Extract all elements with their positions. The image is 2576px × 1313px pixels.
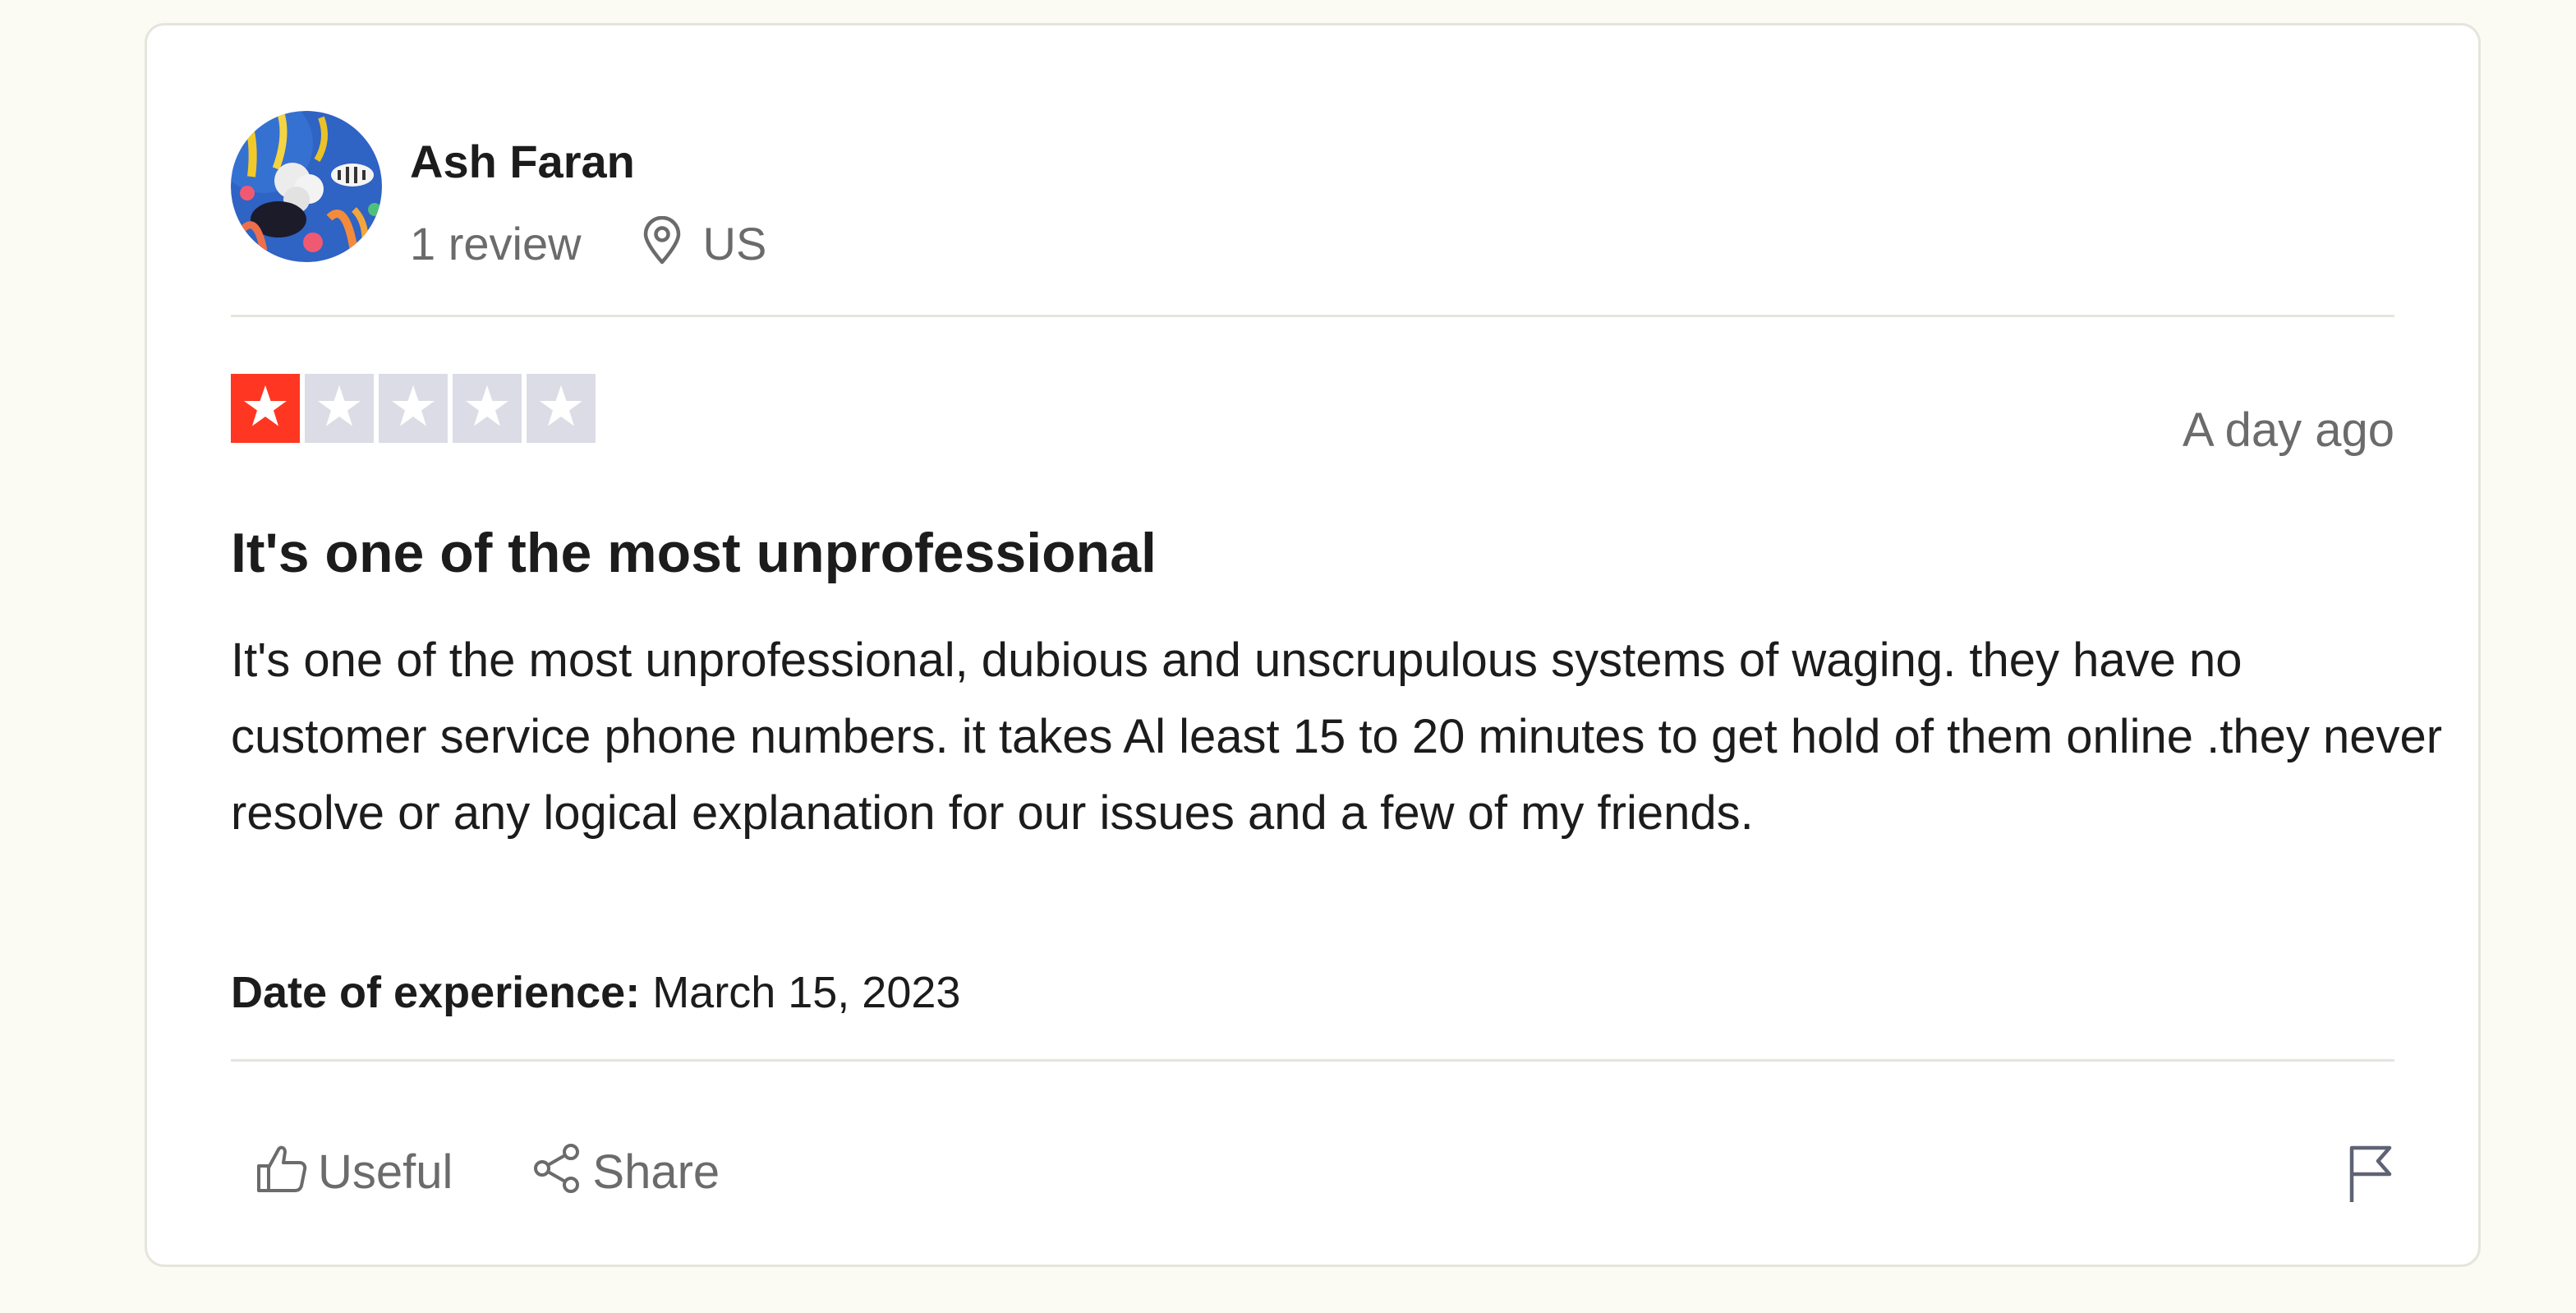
- experience-date: March 15, 2023: [652, 968, 961, 1017]
- star-icon: [392, 385, 435, 426]
- review-body: It's one of the most unprofessional, dub…: [231, 633, 2443, 840]
- useful-button[interactable]: Useful: [255, 1143, 453, 1202]
- star-empty: [305, 374, 374, 443]
- review-count: 1 review: [410, 218, 582, 270]
- flag-icon: [2347, 1145, 2394, 1207]
- map-pin-icon: [641, 215, 703, 273]
- experience-label: Date of experience:: [231, 968, 641, 1017]
- reviewer-country: US: [702, 218, 767, 270]
- report-button[interactable]: [2347, 1145, 2394, 1208]
- star-empty: [379, 374, 448, 443]
- review-actions: Useful Share: [255, 1143, 720, 1202]
- date-of-experience: Date of experience: March 15, 2023: [231, 970, 960, 1015]
- star-rating: [231, 374, 596, 443]
- star-empty: [453, 374, 522, 443]
- star-icon: [540, 385, 582, 426]
- star-icon: [466, 385, 508, 426]
- reviewer-location: US: [641, 215, 767, 273]
- star-filled: [231, 374, 300, 443]
- star-icon: [318, 385, 361, 426]
- review-date: A day ago: [2183, 403, 2394, 457]
- share-label: Share: [592, 1145, 720, 1199]
- useful-label: Useful: [318, 1145, 453, 1199]
- review-title[interactable]: It's one of the most unprofessional: [231, 525, 1157, 581]
- reviewer-header: Ash Faran 1 review US: [231, 111, 2394, 267]
- star-empty: [527, 374, 596, 443]
- divider: [231, 1059, 2394, 1062]
- review-card: Ash Faran 1 review US A day ago It's one…: [145, 23, 2481, 1267]
- divider: [231, 315, 2394, 317]
- reviewer-name[interactable]: Ash Faran: [410, 139, 635, 185]
- share-icon: [531, 1143, 592, 1202]
- reviewer-meta: 1 review US: [410, 215, 767, 273]
- review-card-content: Ash Faran 1 review US A day ago It's one…: [231, 25, 2442, 1265]
- star-icon: [244, 385, 287, 426]
- thumbs-up-icon: [255, 1143, 318, 1202]
- avatar[interactable]: [231, 111, 382, 262]
- share-button[interactable]: Share: [531, 1143, 720, 1202]
